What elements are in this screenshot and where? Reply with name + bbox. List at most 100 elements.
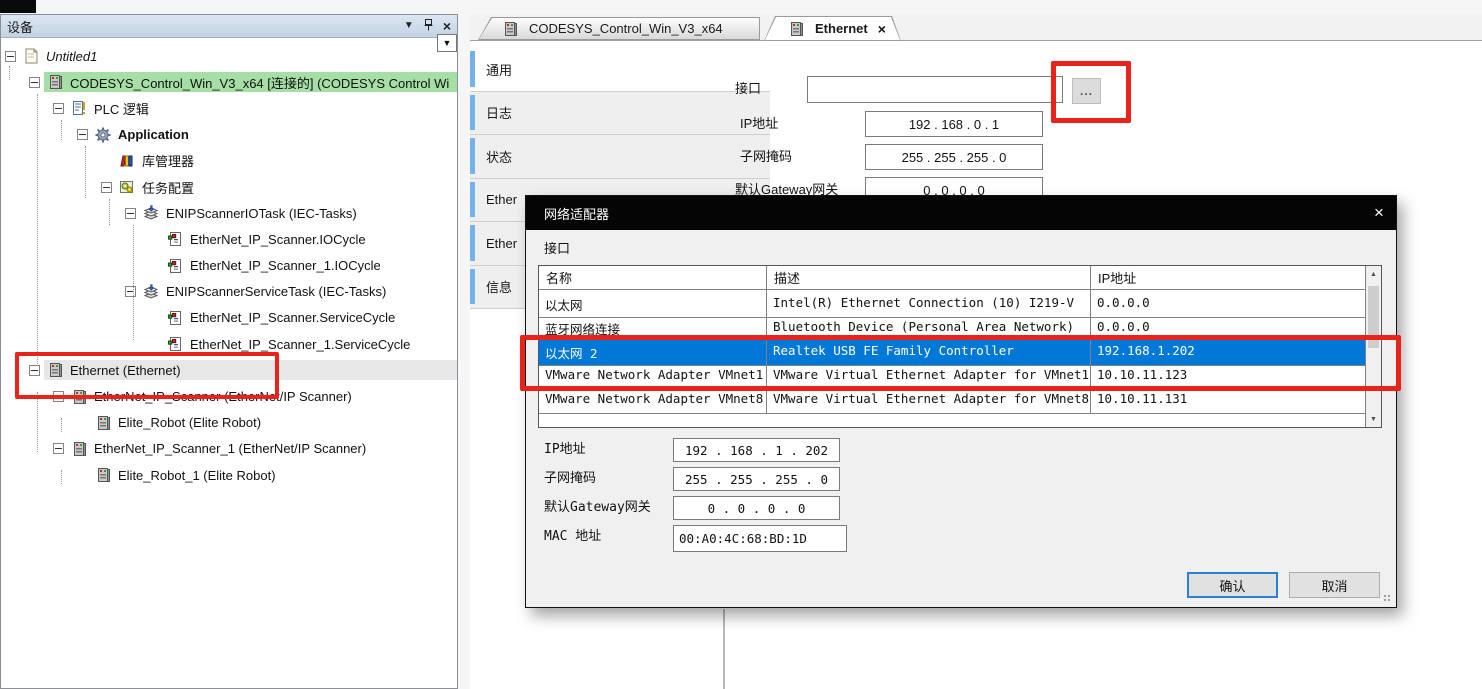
tree-item-ethernet_ip_scanner_1servicecycle[interactable]: EtherNet_IP_Scanner_1.ServiceCycle bbox=[1, 331, 457, 357]
scroll-up-icon[interactable]: ▲ bbox=[1366, 266, 1381, 282]
tree-item-ethernet[interactable]: Ethernet (Ethernet) bbox=[1, 357, 457, 383]
side-tab-label: Ether bbox=[486, 192, 517, 207]
tree-item-codesys_control_win_v3_x64[interactable]: CODESYS_Control_Win_V3_x64 [连接的] (CODESY… bbox=[1, 69, 457, 95]
table-row-cell[interactable]: 10.10.11.131 bbox=[1091, 386, 1367, 414]
tree-item-label: 库管理器 bbox=[140, 151, 196, 170]
task-icon bbox=[142, 205, 160, 221]
tree-expander-icon[interactable] bbox=[53, 391, 64, 402]
tree-item-label: ENIPScannerIOTask (IEC-Tasks) bbox=[164, 206, 359, 221]
table-header-cell[interactable]: 描述 bbox=[767, 266, 1091, 290]
tree-item-ethernet_ip_scanner[interactable]: EtherNet_IP_Scanner (EtherNet/IP Scanner… bbox=[1, 383, 457, 409]
confirm-button[interactable]: 确认 bbox=[1187, 572, 1278, 598]
tree-item-elite_robot_1[interactable]: Elite_Robot_1 (Elite Robot) bbox=[1, 462, 457, 488]
scroll-thumb[interactable] bbox=[1368, 286, 1379, 348]
tree-item-body: 任务配置 bbox=[116, 177, 457, 197]
tree-item-label: Ethernet (Ethernet) bbox=[68, 363, 183, 378]
doc-tab-codesys_control_win_v3_x64[interactable]: CODESYS_Control_Win_V3_x64 bbox=[478, 17, 760, 40]
tab-face: Ethernet × bbox=[765, 17, 900, 40]
tree-item-elite_robot[interactable]: Elite_Robot (Elite Robot) bbox=[1, 410, 457, 436]
cycle-icon bbox=[166, 231, 184, 247]
dialog-field-value[interactable]: 255 . 255 . 255 . 0 bbox=[673, 467, 840, 491]
tree-expander-icon[interactable] bbox=[125, 208, 136, 219]
device-panel-title: 设备 bbox=[7, 17, 33, 36]
network-adapter-dialog: 网络适配器 × 接口 名称描述IP地址以太网Intel(R) Ethernet … bbox=[525, 195, 1397, 608]
tree-item-untitled1[interactable]: Untitled1 bbox=[1, 43, 457, 69]
tree-expander-icon[interactable] bbox=[77, 129, 88, 140]
tree-item-ethernet_ip_scanner_1[interactable]: EtherNet_IP_Scanner_1 (EtherNet/IP Scann… bbox=[1, 436, 457, 462]
tree-expander-icon[interactable] bbox=[29, 365, 40, 376]
tree-item-label: EtherNet_IP_Scanner_1 (EtherNet/IP Scann… bbox=[92, 441, 368, 456]
tree-item-ethernet_ip_scanneriocycle[interactable]: EtherNet_IP_Scanner.IOCycle bbox=[1, 226, 457, 252]
application-icon bbox=[94, 127, 112, 143]
device-icon bbox=[70, 441, 88, 457]
device-icon bbox=[94, 467, 112, 483]
tab-close-icon[interactable]: × bbox=[878, 22, 886, 36]
tree-item-label: EtherNet_IP_Scanner_1.IOCycle bbox=[188, 258, 383, 273]
tree-connector bbox=[61, 418, 62, 432]
mask-input[interactable]: 255 . 255 . 255 . 0 bbox=[865, 144, 1043, 170]
dialog-field-value[interactable]: 00:A0:4C:68:BD:1D bbox=[673, 525, 847, 552]
tree-expander-icon[interactable] bbox=[53, 103, 64, 114]
tree-item-enipscannerservicetask[interactable]: ENIPScannerServiceTask (IEC-Tasks) bbox=[1, 279, 457, 305]
pin-icon[interactable] bbox=[424, 19, 433, 34]
tree-item-body: EtherNet_IP_Scanner (EtherNet/IP Scanner… bbox=[68, 387, 457, 407]
tree-item-[interactable]: 任务配置 bbox=[1, 174, 457, 200]
tree-item-label: 任务配置 bbox=[140, 178, 196, 197]
table-row-cell[interactable]: VMware Network Adapter VMnet8 bbox=[539, 386, 767, 414]
tree-item-ethernet_ip_scannerservicecycle[interactable]: EtherNet_IP_Scanner.ServiceCycle bbox=[1, 305, 457, 331]
table-scrollbar[interactable]: ▲ ▼ bbox=[1365, 266, 1381, 427]
tree-expander-icon[interactable] bbox=[125, 286, 136, 297]
project-icon bbox=[22, 48, 40, 64]
side-tab-状态[interactable]: 状态 bbox=[470, 135, 770, 179]
side-tab-日志[interactable]: 日志 bbox=[470, 92, 770, 136]
tree-item-plc[interactable]: PLC 逻辑 bbox=[1, 95, 457, 121]
resize-grip[interactable] bbox=[1383, 594, 1393, 604]
browse-button[interactable]: ... bbox=[1072, 78, 1101, 104]
tree-item-body: Untitled1 bbox=[20, 46, 457, 66]
tree-item-[interactable]: 库管理器 bbox=[1, 148, 457, 174]
top-left-menu-fragment bbox=[0, 0, 36, 13]
side-tab-label: 状态 bbox=[486, 147, 512, 166]
tree-connector bbox=[37, 94, 38, 366]
tree-expander-icon[interactable] bbox=[5, 51, 16, 62]
task-icon bbox=[142, 284, 160, 300]
ip-input[interactable]: 192 . 168 . 0 . 1 bbox=[865, 111, 1043, 137]
ip-label: IP地址 bbox=[740, 111, 778, 137]
tree-item-label: EtherNet_IP_Scanner.IOCycle bbox=[188, 232, 368, 247]
tree-expander-icon[interactable] bbox=[101, 182, 112, 193]
tree-expander-icon[interactable] bbox=[29, 77, 40, 88]
doc-tab-ethernet[interactable]: Ethernet × bbox=[764, 16, 901, 41]
plc-logic-icon bbox=[70, 100, 88, 116]
table-header-cell[interactable]: 名称 bbox=[539, 266, 767, 290]
tree-item-enipscanneriotask[interactable]: ENIPScannerIOTask (IEC-Tasks) bbox=[1, 200, 457, 226]
tree-item-label: CODESYS_Control_Win_V3_x64 [连接的] (CODESY… bbox=[68, 73, 451, 92]
interface-label: 接口 bbox=[735, 76, 761, 102]
tree-dropdown-button[interactable]: ▼ bbox=[437, 34, 457, 52]
dialog-field-value[interactable]: 192 . 168 . 1 . 202 bbox=[673, 438, 840, 462]
codesys-window: 设备 ▼ × Untitled1 CODESYS_Control_Win_V3_x… bbox=[0, 0, 1482, 689]
tree-item-body: PLC 逻辑 bbox=[68, 98, 457, 118]
table-header-cell[interactable]: IP地址 bbox=[1091, 266, 1367, 290]
dialog-close-icon[interactable]: × bbox=[1362, 196, 1396, 230]
tree-item-ethernet_ip_scanner_1iocycle[interactable]: EtherNet_IP_Scanner_1.IOCycle bbox=[1, 253, 457, 279]
tree-item-label: ENIPScannerServiceTask (IEC-Tasks) bbox=[164, 284, 388, 299]
table-row-cell[interactable]: VMware Virtual Ethernet Adapter for VMne… bbox=[767, 386, 1091, 414]
tree-item-body: EtherNet_IP_Scanner.IOCycle bbox=[164, 229, 457, 249]
dialog-titlebar[interactable]: 网络适配器 × bbox=[526, 196, 1396, 230]
tree-item-application[interactable]: Application bbox=[1, 122, 457, 148]
dialog-field-label: IP地址 bbox=[544, 438, 586, 462]
chevron-down-icon[interactable]: ▼ bbox=[404, 21, 414, 31]
interface-input[interactable] bbox=[807, 76, 1063, 103]
tree-expander-icon[interactable] bbox=[53, 443, 64, 454]
tab-label: Ethernet bbox=[815, 21, 868, 36]
dialog-section-label: 接口 bbox=[544, 238, 570, 257]
scroll-down-icon[interactable]: ▼ bbox=[1366, 411, 1381, 427]
close-icon[interactable]: × bbox=[443, 19, 451, 33]
tree-item-body: Ethernet (Ethernet) bbox=[44, 360, 457, 380]
task-config-icon bbox=[118, 179, 136, 195]
cancel-button[interactable]: 取消 bbox=[1289, 572, 1380, 598]
side-tab-通用[interactable]: 通用 bbox=[470, 48, 770, 92]
mask-label: 子网掩码 bbox=[740, 144, 792, 170]
tree-item-body: EtherNet_IP_Scanner.ServiceCycle bbox=[164, 308, 457, 328]
dialog-field-value[interactable]: 0 . 0 . 0 . 0 bbox=[673, 496, 840, 520]
